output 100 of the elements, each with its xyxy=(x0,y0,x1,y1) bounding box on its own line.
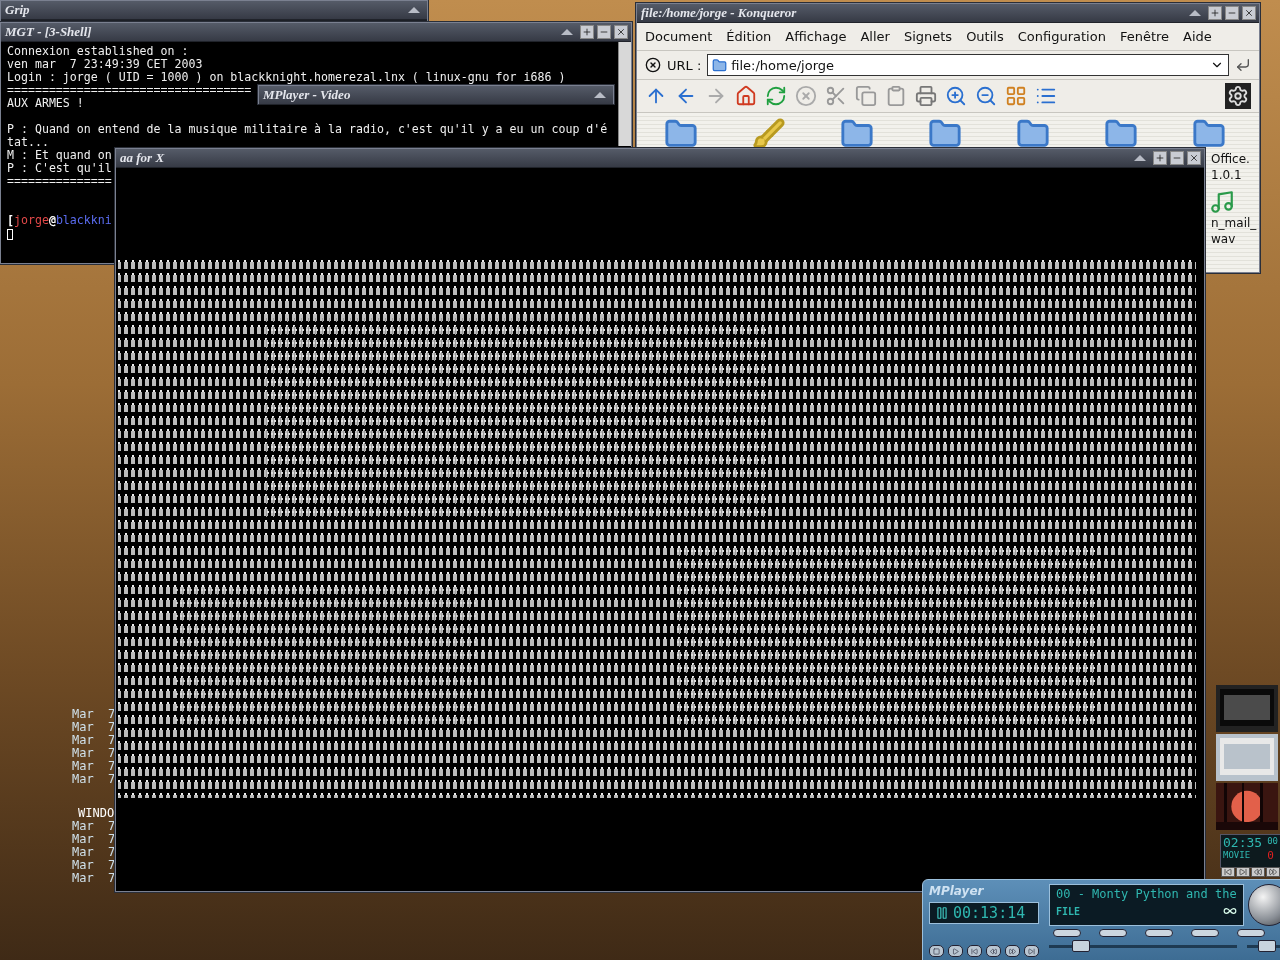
log-line: Mar 7 xyxy=(72,708,116,721)
toggle-button[interactable] xyxy=(1053,929,1081,937)
toggle-button[interactable] xyxy=(1191,929,1219,937)
play-icon xyxy=(952,947,959,955)
terminal-line: P : Quand on entend de la musique militaire à la radio, c'est qu'il y a eu un coup d'é xyxy=(7,123,608,136)
track-title: 00 - Monty Python and the xyxy=(1056,888,1237,901)
print-icon[interactable] xyxy=(915,85,937,107)
terminal-line: M : Et quand on xyxy=(7,149,112,162)
file-label: Office. xyxy=(1211,151,1250,167)
close-icon xyxy=(616,27,626,37)
terminal-line: ven mar 7 23:49:39 CET 2003 xyxy=(7,58,203,71)
next-button[interactable] xyxy=(1236,867,1250,877)
terminal-line: Login : jorge ( UID = 1000 ) on blackknight.homerezal.lnx ( linux-gnu for i686 ) xyxy=(7,71,566,84)
home-icon[interactable] xyxy=(735,85,757,107)
clock-counter: 0 xyxy=(1267,850,1275,862)
next-button[interactable] xyxy=(1024,945,1039,957)
forward-icon xyxy=(1269,868,1277,876)
forward-icon xyxy=(1009,947,1016,955)
terminal-line: Connexion established on : xyxy=(7,45,189,58)
window-title: file:/home/jorge - Konqueror xyxy=(641,5,798,21)
close-button[interactable] xyxy=(1187,151,1201,165)
seek-thumb[interactable] xyxy=(1071,940,1090,952)
stop-icon xyxy=(933,947,940,955)
log-line: Mar 7 xyxy=(72,773,116,786)
scrollbar[interactable] xyxy=(618,42,631,146)
log-line: Mar 7 xyxy=(72,721,116,734)
previous-icon xyxy=(971,947,978,955)
player-name: MPlayer xyxy=(929,884,985,898)
volume-thumb[interactable] xyxy=(1258,940,1276,952)
log-line: Mar 7 xyxy=(72,734,116,747)
settings-icon[interactable] xyxy=(1227,85,1249,107)
plus-icon xyxy=(1155,153,1165,163)
menu-item[interactable]: Édition xyxy=(726,29,772,44)
forward-button[interactable] xyxy=(1005,945,1020,957)
url-field[interactable]: file:/home/jorge xyxy=(707,54,1229,76)
plus-icon xyxy=(1210,8,1220,18)
zoom-in-icon[interactable] xyxy=(945,85,967,107)
clear-icon[interactable] xyxy=(645,57,661,73)
rewind-button[interactable] xyxy=(1251,867,1265,877)
menu-item[interactable]: Document xyxy=(645,29,713,44)
shade-icon[interactable] xyxy=(594,92,606,98)
toggle-button[interactable] xyxy=(1145,929,1173,937)
play-button[interactable] xyxy=(948,945,963,957)
file-label: n_mail_ xyxy=(1211,215,1257,231)
next-icon xyxy=(1239,868,1247,876)
menu-item[interactable]: Outils xyxy=(966,29,1004,44)
plus-icon xyxy=(582,27,592,37)
window-title: MPlayer - Video xyxy=(263,87,352,103)
go-icon[interactable] xyxy=(1235,57,1251,73)
volume-knob[interactable] xyxy=(1247,884,1280,926)
toggle-button[interactable] xyxy=(1237,929,1265,937)
source-label: FILE xyxy=(1056,905,1081,917)
volume-slider[interactable] xyxy=(1247,940,1280,952)
shade-icon[interactable] xyxy=(1189,10,1201,16)
previous-icon xyxy=(1224,868,1232,876)
file-label: wav xyxy=(1211,231,1236,247)
log-line: Mar 7 xyxy=(72,820,116,833)
sound-file-icon[interactable] xyxy=(1209,189,1235,215)
icon-view-icon[interactable] xyxy=(1005,85,1027,107)
folder-icon xyxy=(712,57,728,73)
prompt-host: blackkni xyxy=(55,214,112,227)
previous-button[interactable] xyxy=(1221,867,1235,877)
url-label: URL : xyxy=(667,57,702,73)
shade-icon[interactable] xyxy=(561,29,573,35)
window-title: MGT - [3-Shell] xyxy=(5,24,93,40)
playback-time: 00:13:14 xyxy=(953,905,1026,921)
log-line: Mar 7 xyxy=(72,846,116,859)
menu-item[interactable]: Aide xyxy=(1183,29,1212,44)
shade-icon[interactable] xyxy=(408,7,420,13)
toggle-button[interactable] xyxy=(1099,929,1127,937)
prompt-user: jorge xyxy=(14,214,49,227)
close-button[interactable] xyxy=(614,25,628,39)
rewind-button[interactable] xyxy=(986,945,1001,957)
window-title: Grip xyxy=(5,2,31,18)
reload-icon[interactable] xyxy=(765,85,787,107)
file-label: 1.0.1 xyxy=(1211,167,1242,183)
menu-item[interactable]: Configuration xyxy=(1017,29,1106,44)
previous-button[interactable] xyxy=(967,945,982,957)
stop-button[interactable] xyxy=(929,945,944,957)
terminal-line: =============== xyxy=(7,175,112,188)
rewind-icon xyxy=(990,947,997,955)
close-button[interactable] xyxy=(1242,6,1256,20)
terminal-line: =================================== xyxy=(7,84,252,97)
zoom-out-icon[interactable] xyxy=(975,85,997,107)
log-line: Mar 7 xyxy=(72,859,116,872)
prompt-at: @ xyxy=(48,214,56,227)
terminal-line: P : C'est qu'il xyxy=(7,162,112,175)
forward-button[interactable] xyxy=(1266,867,1280,877)
log-line: Mar 7 xyxy=(72,760,116,773)
menu-item[interactable]: Fenêtre xyxy=(1119,29,1170,44)
cursor-icon xyxy=(7,229,13,240)
close-icon xyxy=(1189,153,1199,163)
log-line: Mar 7 xyxy=(72,872,116,885)
log-heading: WINDO xyxy=(78,807,115,820)
shade-icon[interactable] xyxy=(1134,155,1146,161)
menu-item[interactable]: Aller xyxy=(860,29,890,44)
menu-item[interactable]: Signets xyxy=(903,29,953,44)
rewind-icon xyxy=(1254,868,1262,876)
clock-seconds: 00 xyxy=(1267,836,1279,848)
menu-item[interactable]: Affichage xyxy=(785,29,847,44)
